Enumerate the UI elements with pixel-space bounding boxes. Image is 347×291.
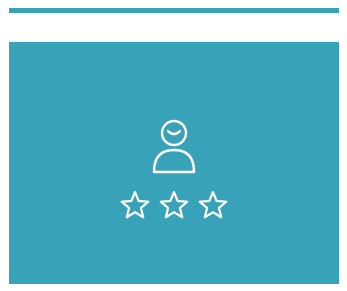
top-accent-bar <box>9 8 339 13</box>
user-rating-icon <box>120 119 228 219</box>
star-icon <box>198 190 228 219</box>
star-icon <box>120 190 150 219</box>
user-icon <box>152 119 196 174</box>
user-smile <box>166 129 182 136</box>
feature-panel <box>9 42 339 284</box>
star-icon <box>159 190 189 219</box>
user-body <box>152 148 196 174</box>
rating-stars <box>120 190 228 219</box>
